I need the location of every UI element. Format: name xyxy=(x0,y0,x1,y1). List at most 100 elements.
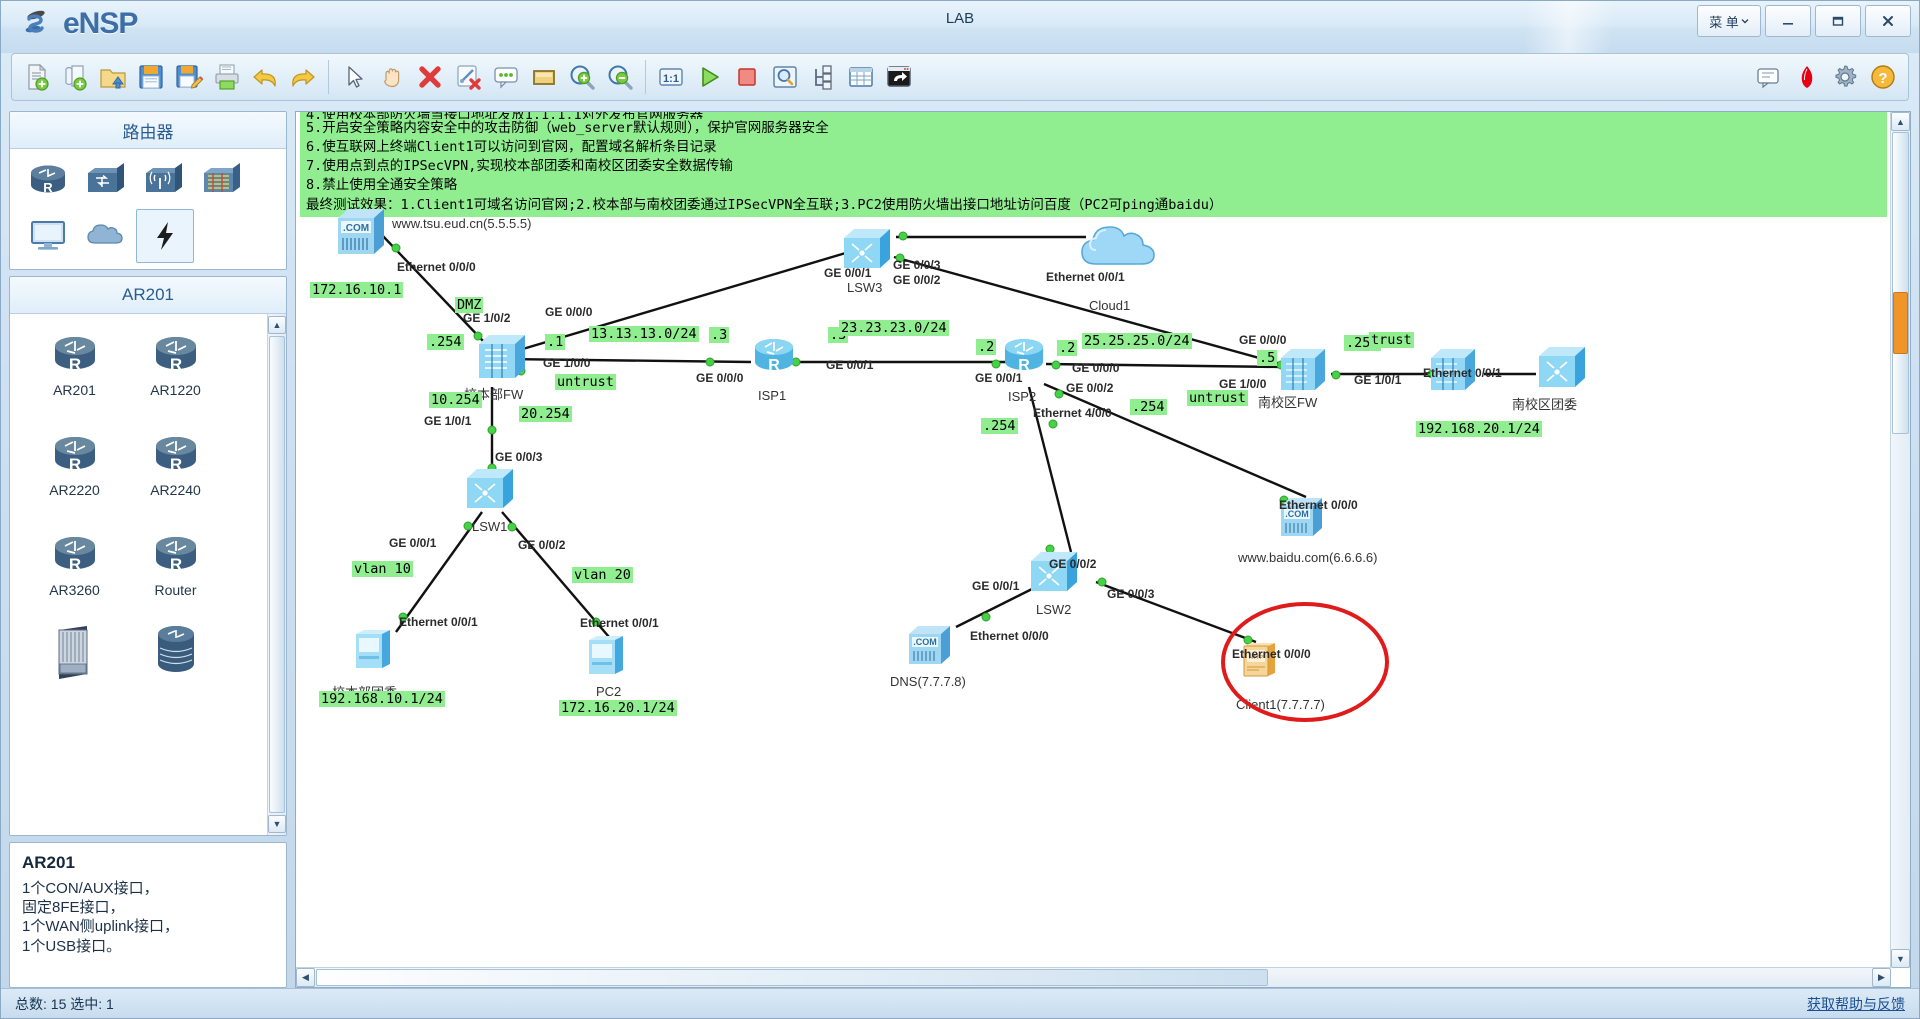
zoom-out-icon[interactable] xyxy=(601,58,639,96)
chassis-icon xyxy=(47,622,103,680)
model-item-ar3260[interactable]: R AR3260 xyxy=(24,522,125,622)
add-note-icon[interactable] xyxy=(487,58,525,96)
restore-icon xyxy=(1832,16,1844,26)
model-item-chassis[interactable] xyxy=(24,622,125,722)
category-custom-device-icon[interactable] xyxy=(136,209,194,263)
category-wireless-ap-icon[interactable] xyxy=(136,155,192,207)
device-lsw2[interactable] xyxy=(1028,547,1086,604)
device-dns[interactable]: .COM xyxy=(906,622,958,675)
device-lsw1[interactable] xyxy=(464,464,522,521)
zoom-in-icon[interactable] xyxy=(563,58,601,96)
toolbar-separator-1 xyxy=(328,60,329,94)
scroll-down-arrow-icon[interactable]: ▼ xyxy=(1891,949,1910,968)
device-label-pc2: PC2 xyxy=(596,684,622,699)
interface-label: GE 1/0/1 xyxy=(1354,373,1402,387)
category-pc-terminal-icon[interactable] xyxy=(20,209,76,261)
device-label-isp1: ISP1 xyxy=(758,388,787,403)
svg-text:R: R xyxy=(43,180,53,195)
description-line: 1个USB接口。 xyxy=(22,937,122,955)
device-label-baidu: www.baidu.com(6.6.6.6) xyxy=(1238,550,1378,565)
print-icon[interactable] xyxy=(208,58,246,96)
hand-pan-icon[interactable] xyxy=(373,58,411,96)
category-switch-icon[interactable] xyxy=(78,155,134,207)
model-item-router[interactable]: R Router xyxy=(125,522,226,622)
canvas-vscroll-thumb[interactable] xyxy=(1892,132,1909,434)
interface-label: GE 1/0/0 xyxy=(543,356,591,370)
new-topology-icon[interactable] xyxy=(18,58,56,96)
router-icon: R xyxy=(47,322,103,380)
ip-label: .3 xyxy=(709,327,730,343)
interface-label: GE 0/0/1 xyxy=(824,266,872,280)
menu-button[interactable]: 菜 单 xyxy=(1697,5,1761,37)
device-description-box: AR201 1个CON/AUX接口， 固定8FE接口， 1个WAN侧uplink… xyxy=(9,842,287,988)
model-grid: R AR201 R AR1220 R AR2220 R AR2240 R AR3… xyxy=(10,314,267,835)
save-as-icon[interactable] xyxy=(170,58,208,96)
scroll-up-arrow-icon[interactable]: ▲ xyxy=(268,316,286,334)
device-palette-panel: 路由器 R AR201 R AR201 R AR1220 R AR2220 R … xyxy=(1,105,293,988)
device-web-server[interactable]: .COM xyxy=(334,200,392,261)
scroll-right-arrow-icon[interactable]: ▶ xyxy=(1872,968,1891,987)
redo-icon[interactable] xyxy=(284,58,322,96)
category-firewall-icon[interactable] xyxy=(194,155,250,207)
add-shape-icon[interactable] xyxy=(525,58,563,96)
model-item-ar201[interactable]: R AR201 xyxy=(24,322,125,422)
interface-label: GE 0/0/3 xyxy=(1107,587,1155,601)
category-router-icon[interactable]: R xyxy=(20,155,76,207)
scroll-down-arrow-icon[interactable]: ▼ xyxy=(268,815,286,833)
model-item-ar2220[interactable]: R AR2220 xyxy=(24,422,125,522)
interface-label: Ethernet 4/0/0 xyxy=(1033,406,1112,420)
select-pointer-icon[interactable] xyxy=(335,58,373,96)
device-south-org[interactable] xyxy=(1536,342,1594,401)
ip-label: 172.16.20.1/24 xyxy=(559,700,677,716)
canvas-hscroll-thumb[interactable] xyxy=(316,969,1268,986)
device-isp1[interactable]: R xyxy=(748,334,800,389)
minimize-button[interactable] xyxy=(1765,5,1811,37)
restore-button[interactable] xyxy=(1815,5,1861,37)
model-item-ar1220[interactable]: R AR1220 xyxy=(125,322,226,422)
topology-canvas[interactable]: 4.使用校本部防火墙当接口地址发放1.1.1.1对外发布官网服务器 5.开启安全… xyxy=(296,112,1891,968)
help-feedback-link[interactable]: 获取帮助与反馈 xyxy=(1807,994,1905,1014)
model-scrollbar[interactable]: ▲ ▼ xyxy=(267,314,286,835)
delete-link-icon[interactable] xyxy=(449,58,487,96)
huawei-icon[interactable] xyxy=(1788,58,1826,96)
zoom-reset-icon[interactable]: 1:1 xyxy=(652,58,690,96)
feedback-icon[interactable] xyxy=(1750,58,1788,96)
interface-label: GE 1/0/1 xyxy=(424,414,472,428)
topology-tree-icon[interactable] xyxy=(804,58,842,96)
delete-icon[interactable] xyxy=(411,58,449,96)
pc-icon xyxy=(356,630,390,668)
interface-label: GE 0/0/2 xyxy=(893,273,941,287)
category-cloud-icon[interactable] xyxy=(78,209,134,261)
device-label-dns: DNS(7.7.7.8) xyxy=(890,674,966,689)
menu-button-label: 菜 单 xyxy=(1709,14,1739,30)
scroll-left-arrow-icon[interactable]: ◀ xyxy=(296,968,315,987)
interface-label: Ethernet 0/0/1 xyxy=(399,615,478,629)
save-icon[interactable] xyxy=(132,58,170,96)
new-device-icon[interactable] xyxy=(56,58,94,96)
device-pc-main[interactable] xyxy=(348,628,404,687)
model-item-core-router[interactable] xyxy=(125,622,226,722)
start-device-icon[interactable] xyxy=(690,58,728,96)
model-item-ar2240[interactable]: R AR2240 xyxy=(125,422,226,522)
settings-gear-icon[interactable] xyxy=(1826,58,1864,96)
device-table-icon[interactable] xyxy=(842,58,880,96)
svg-text:R: R xyxy=(68,455,80,474)
server-com-icon: .COM xyxy=(338,200,384,254)
stop-device-icon[interactable] xyxy=(728,58,766,96)
open-folder-icon[interactable] xyxy=(94,58,132,96)
canvas-horizontal-scrollbar[interactable]: ◀ ▶ xyxy=(296,967,1891,987)
interface-label: GE 0/0/1 xyxy=(389,536,437,550)
scroll-thumb[interactable] xyxy=(269,336,285,813)
canvas-vertical-scrollbar[interactable]: ▲ ▼ xyxy=(1890,112,1910,968)
undo-icon[interactable] xyxy=(246,58,284,96)
console-icon[interactable] xyxy=(880,58,918,96)
ip-label: 20.254 xyxy=(519,406,572,422)
capture-packet-icon[interactable] xyxy=(766,58,804,96)
close-button[interactable] xyxy=(1865,5,1911,37)
interface-label: Ethernet 0/0/0 xyxy=(970,629,1049,643)
help-icon[interactable]: ? xyxy=(1864,58,1902,96)
switch-icon xyxy=(467,469,513,508)
scroll-up-arrow-icon[interactable]: ▲ xyxy=(1891,112,1910,131)
ip-label: .2 xyxy=(1057,340,1078,356)
device-fw-main[interactable] xyxy=(476,330,534,391)
